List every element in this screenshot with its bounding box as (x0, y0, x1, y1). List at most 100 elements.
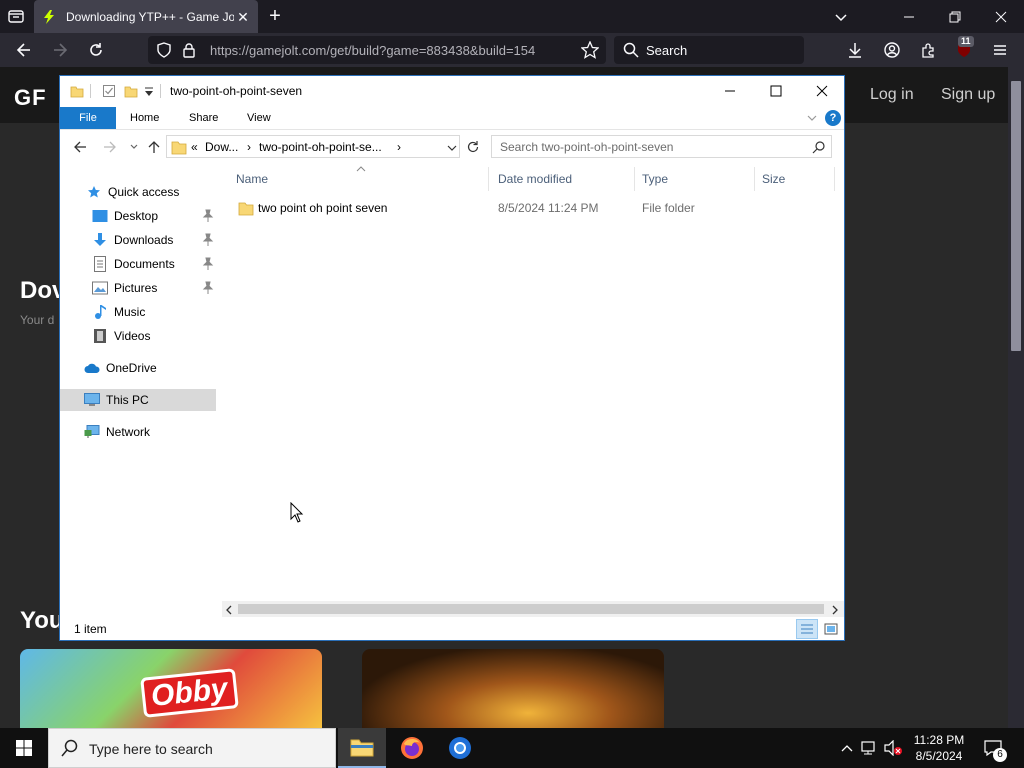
sidebar-item-desktop[interactable]: Desktop (60, 205, 216, 227)
gamejolt-logo[interactable]: GF (14, 85, 47, 111)
tab-home[interactable]: Home (130, 107, 159, 129)
tab-close-icon[interactable]: ✕ (234, 8, 252, 26)
column-header-type[interactable]: Type (642, 172, 668, 186)
breadcrumb-separator[interactable]: › (397, 140, 401, 154)
explorer-maximize-button[interactable] (753, 76, 799, 106)
refresh-icon[interactable] (461, 135, 485, 159)
forward-arrow-icon[interactable] (48, 38, 72, 62)
sidebar-item-music[interactable]: Music (60, 301, 216, 323)
explorer-close-button[interactable] (799, 76, 845, 106)
large-icons-view-icon[interactable] (820, 619, 842, 639)
tab-file[interactable]: File (60, 107, 116, 129)
sidebar-item-network[interactable]: Network (60, 421, 216, 443)
tab-share[interactable]: Share (189, 107, 218, 129)
page-scrollbar[interactable] (1008, 67, 1024, 728)
explorer-title-bar[interactable]: two-point-oh-point-seven (60, 76, 844, 106)
column-header-name[interactable]: Name (236, 172, 268, 186)
pin-icon[interactable] (202, 233, 214, 247)
file-row[interactable]: two point oh point seven 8/5/2024 11:24 … (236, 197, 836, 219)
breadcrumb-overflow[interactable]: « (191, 140, 198, 154)
account-icon[interactable] (880, 38, 904, 62)
file-explorer-taskbar-icon[interactable] (338, 728, 386, 768)
browser-close-button[interactable] (978, 0, 1024, 33)
extensions-puzzle-icon[interactable] (916, 38, 940, 62)
customize-toolbar-dropdown-icon[interactable] (144, 86, 154, 100)
breadcrumb-downloads[interactable]: Dow... (205, 140, 238, 154)
scrollbar-thumb[interactable] (1011, 81, 1021, 351)
pin-icon[interactable] (202, 209, 214, 223)
up-arrow-icon[interactable] (142, 135, 166, 159)
reload-icon[interactable] (84, 38, 108, 62)
horizontal-scrollbar[interactable] (222, 601, 844, 617)
breadcrumb-current[interactable]: two-point-oh-point-se... (259, 140, 382, 154)
scrollbar-thumb[interactable] (238, 604, 824, 614)
window-title: two-point-oh-point-seven (170, 84, 303, 98)
lock-icon[interactable] (182, 42, 196, 61)
details-view-icon[interactable] (796, 619, 818, 639)
sidebar-item-this-pc[interactable]: This PC (60, 389, 216, 411)
column-divider[interactable] (634, 167, 635, 191)
tab-view[interactable]: View (247, 107, 271, 129)
pictures-icon (92, 280, 108, 296)
sidebar-item-label: Downloads (114, 233, 174, 247)
chevron-down-icon[interactable] (832, 8, 850, 26)
firefox-taskbar-icon[interactable] (388, 728, 436, 768)
network-status-icon[interactable] (860, 738, 880, 758)
game-card-thumbnail[interactable]: Obby (20, 649, 322, 729)
column-header-date-modified[interactable]: Date modified (498, 172, 572, 186)
url-text[interactable]: https://gamejolt.com/get/build?game=8834… (210, 43, 570, 58)
explorer-search-input[interactable]: Search two-point-oh-point-seven (491, 135, 832, 158)
back-arrow-icon[interactable] (12, 38, 36, 62)
properties-checkbox-icon[interactable] (102, 84, 116, 101)
search-icon (812, 140, 826, 157)
url-bar[interactable]: https://gamejolt.com/get/build?game=8834… (148, 36, 606, 64)
sidebar-item-onedrive[interactable]: OneDrive (60, 357, 216, 379)
explorer-minimize-button[interactable] (707, 76, 753, 106)
bookmark-star-icon[interactable] (578, 38, 602, 62)
login-link[interactable]: Log in (870, 86, 914, 104)
browser-tab-active[interactable]: Downloading YTP++ - Game Jolt ✕ (34, 0, 258, 33)
show-hidden-icons-chevron-icon[interactable] (837, 738, 857, 758)
navigation-pane: Quick access Desktop Downloads Documents… (60, 163, 220, 603)
scroll-right-arrow-icon[interactable] (830, 604, 840, 618)
forward-arrow-icon[interactable] (98, 135, 122, 159)
taskbar-clock[interactable]: 11:28 PM 8/5/2024 (908, 732, 970, 764)
windows-start-icon[interactable] (0, 728, 48, 768)
browser-minimize-button[interactable] (886, 0, 932, 33)
tracking-shield-icon[interactable] (156, 42, 172, 61)
help-icon[interactable]: ? (825, 110, 841, 126)
scroll-left-arrow-icon[interactable] (224, 604, 234, 618)
volume-muted-icon[interactable] (884, 738, 904, 758)
file-date-modified: 8/5/2024 11:24 PM (498, 201, 599, 215)
sidebar-item-downloads[interactable]: Downloads (60, 229, 216, 251)
signup-link[interactable]: Sign up (941, 86, 995, 104)
address-bar[interactable]: « Dow... › two-point-oh-point-se... › (166, 135, 460, 158)
browser-restore-button[interactable] (932, 0, 978, 33)
chromium-taskbar-icon[interactable] (436, 728, 484, 768)
new-folder-icon[interactable] (124, 84, 138, 101)
column-divider[interactable] (754, 167, 755, 191)
taskbar-search-input[interactable]: Type here to search (48, 728, 336, 768)
clock-time: 11:28 PM (913, 733, 965, 747)
column-header-size[interactable]: Size (762, 172, 785, 186)
column-divider[interactable] (488, 167, 489, 191)
new-tab-button[interactable]: + (264, 6, 286, 28)
expand-ribbon-chevron-icon[interactable] (804, 110, 820, 126)
breadcrumb-separator[interactable]: › (247, 140, 251, 154)
section-heading: You (20, 607, 64, 634)
sidebar-item-quick-access[interactable]: Quick access (60, 181, 216, 203)
sidebar-item-documents[interactable]: Documents (60, 253, 216, 275)
address-dropdown-chevron-icon[interactable] (447, 142, 457, 156)
pin-icon[interactable] (202, 281, 214, 295)
search-bar[interactable]: Search (614, 36, 804, 64)
sidebar-item-pictures[interactable]: Pictures (60, 277, 216, 299)
status-bar: 1 item (60, 617, 844, 641)
downloads-icon[interactable] (843, 38, 867, 62)
pin-icon[interactable] (202, 257, 214, 271)
back-arrow-icon[interactable] (68, 135, 92, 159)
hamburger-menu-icon[interactable] (988, 38, 1012, 62)
game-card-thumbnail[interactable] (362, 649, 664, 729)
sidebar-item-videos[interactable]: Videos (60, 325, 216, 347)
column-divider[interactable] (834, 167, 835, 191)
list-all-tabs-icon[interactable] (6, 6, 26, 26)
